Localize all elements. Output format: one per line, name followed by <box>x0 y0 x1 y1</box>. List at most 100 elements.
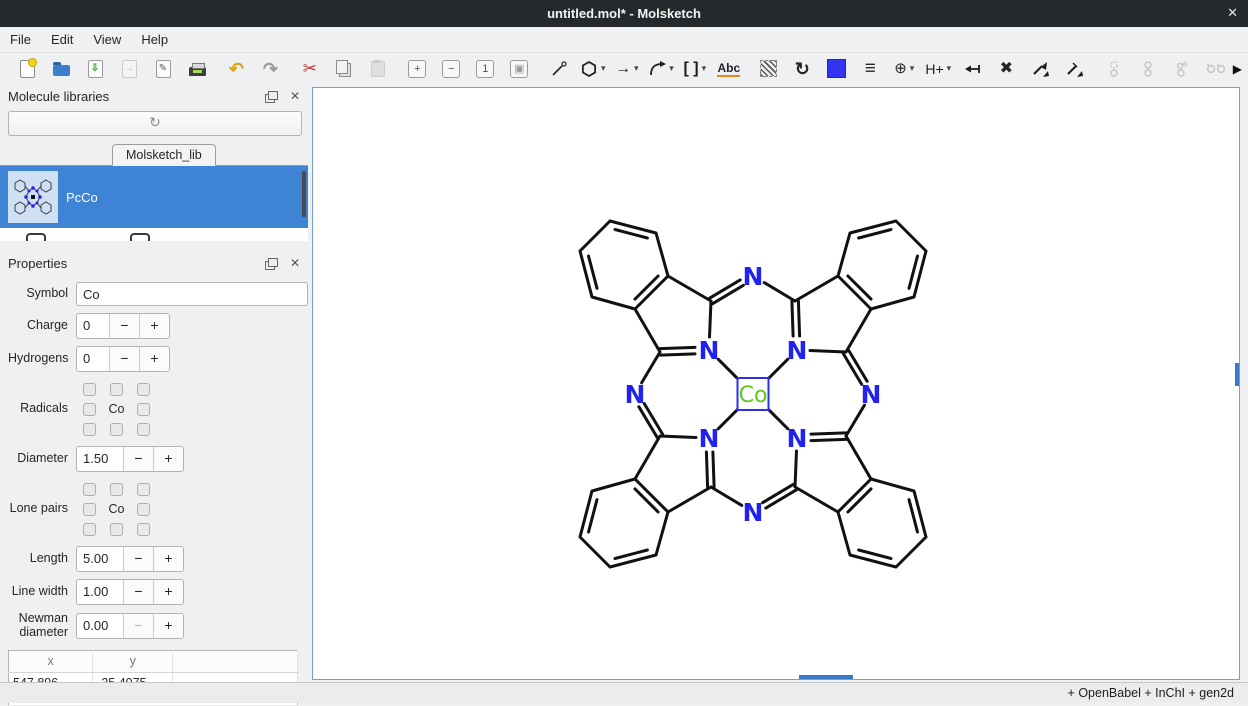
connect-tool-button[interactable] <box>957 56 987 82</box>
zoom-original-button[interactable]: 1 <box>470 56 500 82</box>
radical-checkbox-sw[interactable] <box>83 423 96 436</box>
atom-n-aza-top[interactable]: N <box>743 262 764 291</box>
length-value[interactable]: 5.00 <box>77 547 124 571</box>
atom-n-inner-ne[interactable]: N <box>787 336 808 365</box>
newman-diameter-value[interactable]: 0.00 <box>77 614 124 638</box>
lone-pair-checkbox-sw[interactable] <box>83 523 96 536</box>
newman-plus-button[interactable]: + <box>154 614 183 638</box>
zoom-out-button[interactable]: − <box>436 56 466 82</box>
properties-float-icon[interactable] <box>268 258 278 267</box>
menu-file[interactable]: File <box>0 29 41 50</box>
drawing-canvas[interactable]: N N N N N N N N Co <box>312 87 1240 680</box>
import-button[interactable]: → <box>114 56 144 82</box>
length-plus-button[interactable]: + <box>154 547 183 571</box>
undo-button[interactable]: ↶ <box>221 56 251 82</box>
print-button[interactable] <box>182 56 212 82</box>
atom-n-inner-sw[interactable]: N <box>699 424 720 453</box>
line-width-value[interactable]: 1.00 <box>77 580 124 604</box>
diameter-plus-button[interactable]: + <box>154 447 183 471</box>
wedge-bond-tool-button[interactable] <box>1025 56 1055 82</box>
toolbar-expand-icon[interactable]: ▶ <box>1233 62 1242 76</box>
paste-button[interactable] <box>363 56 393 82</box>
radical-checkbox-w[interactable] <box>83 403 96 416</box>
hydrogen-dropdown-icon[interactable]: ▾ <box>947 63 952 74</box>
diameter-value[interactable]: 1.50 <box>77 447 124 471</box>
radical-checkbox-n[interactable] <box>110 383 123 396</box>
reaction-arrow-tool-button[interactable]: → ▾ <box>612 56 642 82</box>
hydrogen-tool-button[interactable]: H+ ▾ <box>923 56 953 82</box>
stereo-tool-4-button[interactable] <box>1201 56 1231 82</box>
atom-n-aza-left[interactable]: N <box>625 380 646 409</box>
stereo-tool-3-button[interactable] <box>1167 56 1197 82</box>
charge-tool-button[interactable]: ⊕ ▾ <box>889 56 919 82</box>
library-scrollbar[interactable] <box>302 171 306 217</box>
copy-button[interactable] <box>329 56 359 82</box>
hydrogens-value[interactable]: 0 <box>77 347 110 371</box>
charge-minus-button[interactable]: − <box>110 314 140 338</box>
hydrogens-minus-button[interactable]: − <box>110 347 140 371</box>
zoom-in-button[interactable]: + <box>402 56 432 82</box>
line-width-plus-button[interactable]: + <box>154 580 183 604</box>
ring-dropdown-icon[interactable]: ▾ <box>601 63 606 74</box>
list-item-partial[interactable] <box>0 228 308 241</box>
radical-checkbox-e[interactable] <box>137 403 150 416</box>
open-file-button[interactable] <box>46 56 76 82</box>
lone-pair-checkbox-nw[interactable] <box>83 483 96 496</box>
library-refresh-button[interactable]: ↻ <box>8 111 302 136</box>
length-minus-button[interactable]: − <box>124 547 154 571</box>
window-close-icon[interactable]: ✕ <box>1227 5 1238 21</box>
lone-pair-checkbox-ne[interactable] <box>137 483 150 496</box>
lone-pair-checkbox-e[interactable] <box>137 503 150 516</box>
draw-bond-tool-button[interactable] <box>544 56 574 82</box>
atom-co-center[interactable]: Co <box>739 383 768 408</box>
lone-pair-checkbox-w[interactable] <box>83 503 96 516</box>
bracket-tool-button[interactable]: [ ] ▾ <box>680 56 710 82</box>
zoom-fit-button[interactable]: ▣ <box>504 56 534 82</box>
lone-pair-checkbox-n[interactable] <box>110 483 123 496</box>
newman-minus-button[interactable]: − <box>124 614 154 638</box>
stereo-tool-1-button[interactable] <box>1099 56 1129 82</box>
rotate-tool-button[interactable]: ↻ <box>787 56 817 82</box>
tab-molsketch-lib[interactable]: Molsketch_lib <box>112 144 216 166</box>
diameter-minus-button[interactable]: − <box>124 447 154 471</box>
radical-checkbox-s[interactable] <box>110 423 123 436</box>
bracket-dropdown-icon[interactable]: ▾ <box>702 63 707 74</box>
lone-pair-checkbox-s[interactable] <box>110 523 123 536</box>
cut-button[interactable]: ✂ <box>295 56 325 82</box>
curved-arrow-dropdown-icon[interactable]: ▾ <box>669 63 674 74</box>
radical-checkbox-se[interactable] <box>137 423 150 436</box>
line-width-minus-button[interactable]: − <box>124 580 154 604</box>
new-file-button[interactable] <box>12 56 42 82</box>
properties-close-icon[interactable]: ✕ <box>290 256 300 270</box>
menu-help[interactable]: Help <box>131 29 178 50</box>
coordinates-header-y[interactable]: y <box>93 650 173 672</box>
stereo-tool-2-button[interactable] <box>1133 56 1163 82</box>
charge-value[interactable]: 0 <box>77 314 110 338</box>
redo-button[interactable]: ↷ <box>255 56 285 82</box>
atom-n-aza-bottom[interactable]: N <box>743 498 764 527</box>
radical-checkbox-nw[interactable] <box>83 383 96 396</box>
charge-dropdown-icon[interactable]: ▾ <box>910 63 915 74</box>
atom-n-inner-se[interactable]: N <box>787 424 808 453</box>
color-picker-button[interactable] <box>821 56 851 82</box>
arrow-dropdown-icon[interactable]: ▾ <box>634 63 639 74</box>
export-button[interactable]: ✎ <box>148 56 178 82</box>
lone-pair-checkbox-se[interactable] <box>137 523 150 536</box>
menu-view[interactable]: View <box>83 29 131 50</box>
charge-plus-button[interactable]: + <box>140 314 169 338</box>
mechanism-arrow-tool-button[interactable]: ▾ <box>646 56 676 82</box>
hydrogens-plus-button[interactable]: + <box>140 347 169 371</box>
line-width-button[interactable]: ≡ <box>855 56 885 82</box>
save-button[interactable]: ⇩ <box>80 56 110 82</box>
radical-checkbox-ne[interactable] <box>137 383 150 396</box>
atom-n-aza-right[interactable]: N <box>861 380 882 409</box>
symbol-input[interactable] <box>76 282 308 306</box>
text-tool-button[interactable]: Abc <box>714 56 744 82</box>
atom-n-inner-nw[interactable]: N <box>699 336 720 365</box>
library-float-icon[interactable] <box>268 91 278 100</box>
canvas-hscroll-indicator[interactable] <box>799 675 853 679</box>
ring-tool-button[interactable]: ▾ <box>578 56 608 82</box>
selection-tool-button[interactable] <box>753 56 783 82</box>
delete-tool-button[interactable]: ✖ <box>991 56 1021 82</box>
canvas-vscroll-indicator[interactable] <box>1235 363 1239 386</box>
